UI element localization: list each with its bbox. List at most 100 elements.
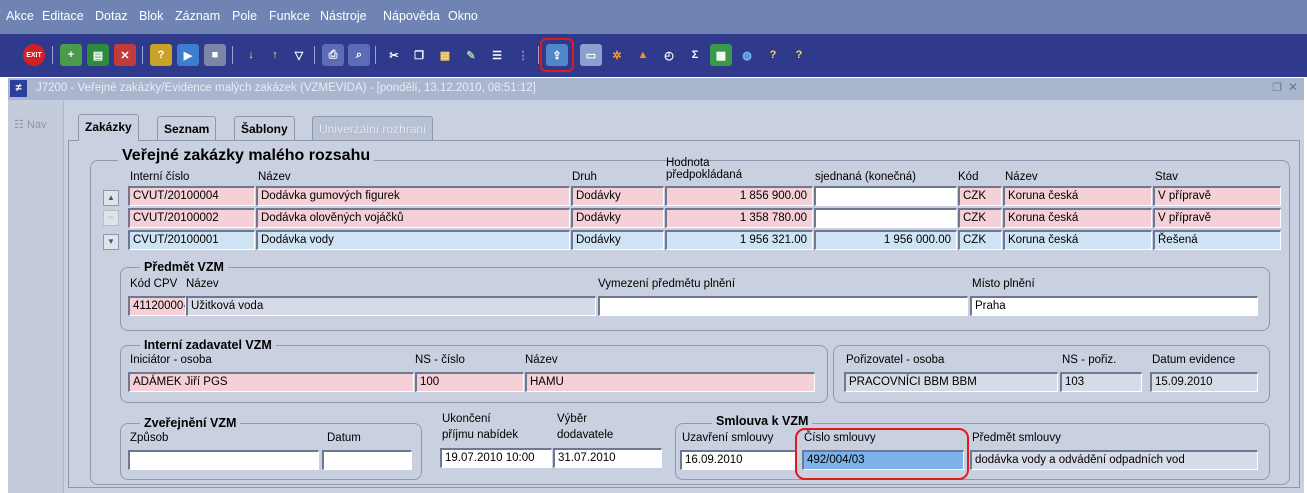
row1-interni-cislo[interactable]: CVUT/20100004 [128, 186, 255, 206]
ns-cislo-field[interactable]: 100 [415, 372, 524, 392]
tab-zakazky[interactable]: Zakázky [78, 114, 139, 141]
paste-icon[interactable]: ▦ [434, 44, 456, 66]
toolbar-separator [232, 46, 233, 64]
datum-evidence-field[interactable]: 15.09.2010 [1150, 372, 1258, 392]
menu-akce[interactable]: Akce [6, 9, 34, 23]
row2-druh[interactable]: Dodávky [571, 208, 664, 228]
sort-descending-icon[interactable]: ↑ [264, 44, 286, 66]
iniciator-field[interactable]: ADÁMEK Jiří PGS [128, 372, 414, 392]
execute-query-icon[interactable]: ▶ [177, 44, 199, 66]
predmet-nazev-field[interactable]: Užitková voda [186, 296, 596, 316]
ns-cislo-label: NS - číslo [415, 354, 465, 366]
row2-kod[interactable]: CZK [958, 208, 1002, 228]
app-logo-icon: ≠ [10, 80, 27, 97]
vymezeni-field[interactable] [598, 296, 968, 316]
scroll-up-button[interactable]: ▲ [103, 190, 119, 206]
row3-sjednana[interactable]: 1 956 000.00 [814, 230, 957, 250]
smlouva-title: Smlouva k VZM [712, 414, 813, 428]
row2-nazev[interactable]: Dodávka olověných vojáčků [256, 208, 570, 228]
col-mena-nazev: Název [1005, 171, 1038, 183]
predmet-smlouvy-field[interactable]: dodávka vody a odvádění odpadních vod [970, 450, 1258, 470]
tab-sablony[interactable]: Šablony [234, 116, 295, 140]
row3-interni-cislo[interactable]: CVUT/20100001 [128, 230, 255, 250]
nav-button[interactable]: ☷ Nav [14, 118, 47, 131]
ukonceni-label-1: Ukončení [442, 413, 491, 425]
menu-zaznam[interactable]: Záznam [175, 9, 220, 23]
settings-icon[interactable]: ✲ [606, 44, 628, 66]
insert-record-icon[interactable]: + [60, 44, 82, 66]
context-help-icon[interactable]: ? [788, 44, 810, 66]
close-icon[interactable]: ✕ [1288, 80, 1298, 94]
row3-predpokladana[interactable]: 1 956 321.00 [665, 230, 813, 250]
row1-mena[interactable]: Koruna česká [1003, 186, 1152, 206]
uzavreni-field[interactable]: 16.09.2010 [680, 450, 797, 470]
zpusob-field[interactable] [128, 450, 319, 470]
delete-record-icon[interactable]: ✕ [114, 44, 136, 66]
uzavreni-label: Uzavření smlouvy [682, 432, 774, 444]
zverejneni-datum-field[interactable] [322, 450, 412, 470]
cut-icon[interactable]: ✂ [383, 44, 405, 66]
sum-icon[interactable]: Σ [684, 44, 706, 66]
row2-mena[interactable]: Koruna česká [1003, 208, 1152, 228]
row1-stav[interactable]: V přípravě [1153, 186, 1281, 206]
save-icon[interactable]: ▤ [87, 44, 109, 66]
columns-icon[interactable]: ⋮ [512, 44, 534, 66]
col-kod: Kód [958, 171, 979, 183]
col-hodnota: Hodnota [666, 157, 710, 169]
report-icon[interactable]: ▭ [580, 44, 602, 66]
toolbar-separator [375, 46, 376, 64]
filter-icon[interactable]: ▽ [288, 44, 310, 66]
row1-predpokladana[interactable]: 1 856 900.00 [665, 186, 813, 206]
globe-icon[interactable]: ◍ [736, 44, 758, 66]
row1-kod[interactable]: CZK [958, 186, 1002, 206]
window-title-bar: ≠ J7200 - Veřejné zakázky/Evidence malýc… [8, 78, 1304, 100]
restore-icon[interactable]: ❐ [1272, 81, 1282, 94]
menu-dotaz[interactable]: Dotaz [95, 9, 128, 23]
row2-predpokladana[interactable]: 1 358 780.00 [665, 208, 813, 228]
exit-icon[interactable]: EXIT [23, 44, 45, 66]
row2-sjednana[interactable] [814, 208, 957, 228]
copy-icon[interactable]: ❐ [408, 44, 430, 66]
ukonceni-field[interactable]: 19.07.2010 10:00 [440, 448, 552, 468]
help-icon[interactable]: ? [762, 44, 784, 66]
scroll-down-button[interactable]: ▼ [103, 234, 119, 250]
porizovatel-label: Pořizovatel - osoba [846, 354, 945, 366]
row3-stav[interactable]: Řešená [1153, 230, 1281, 250]
menu-napoveda[interactable]: Nápověda [383, 9, 440, 23]
kod-cpv-field[interactable]: 41120000-6 [128, 296, 186, 316]
row3-kod[interactable]: CZK [958, 230, 1002, 250]
row1-druh[interactable]: Dodávky [571, 186, 664, 206]
row2-interni-cislo[interactable]: CVUT/20100002 [128, 208, 255, 228]
row2-stav[interactable]: V přípravě [1153, 208, 1281, 228]
predmet-smlouvy-label: Předmět smlouvy [972, 432, 1061, 444]
col-sjednana: sjednaná (konečná) [815, 171, 917, 183]
menu-bar: Akce Editace Dotaz Blok Záznam Pole Funk… [0, 0, 1307, 34]
menu-funkce[interactable]: Funkce [269, 9, 310, 23]
cancel-query-icon[interactable]: ■ [204, 44, 226, 66]
row1-sjednana[interactable] [814, 186, 957, 206]
sort-ascending-icon[interactable]: ↓ [240, 44, 262, 66]
menu-editace[interactable]: Editace [42, 9, 84, 23]
menu-nastroje[interactable]: Nástroje [320, 9, 367, 23]
ns-poriz-field[interactable]: 103 [1060, 372, 1142, 392]
spreadsheet-icon[interactable]: ▩ [710, 44, 732, 66]
edit-icon[interactable]: ✎ [460, 44, 482, 66]
misto-field[interactable]: Praha [970, 296, 1258, 316]
porizovatel-field[interactable]: PRACOVNÍCI BBM BBM [844, 372, 1058, 392]
row3-nazev[interactable]: Dodávka vody [256, 230, 570, 250]
zadavatel-nazev-field[interactable]: HAMU [525, 372, 815, 392]
vyber-field[interactable]: 31.07.2010 [553, 448, 662, 468]
list-icon[interactable]: ☰ [486, 44, 508, 66]
row3-druh[interactable]: Dodávky [571, 230, 664, 250]
row1-nazev[interactable]: Dodávka gumových figurek [256, 186, 570, 206]
menu-pole[interactable]: Pole [232, 9, 257, 23]
clock-icon[interactable]: ◴ [658, 44, 680, 66]
menu-blok[interactable]: Blok [139, 9, 163, 23]
tab-seznam[interactable]: Seznam [157, 116, 217, 140]
chart-icon[interactable]: ▲ [632, 44, 654, 66]
print-preview-icon[interactable]: ⌕ [348, 44, 370, 66]
enter-query-icon[interactable]: ? [150, 44, 172, 66]
row3-mena[interactable]: Koruna česká [1003, 230, 1152, 250]
menu-okno[interactable]: Okno [448, 9, 478, 23]
print-icon[interactable]: ⎙ [322, 44, 344, 66]
